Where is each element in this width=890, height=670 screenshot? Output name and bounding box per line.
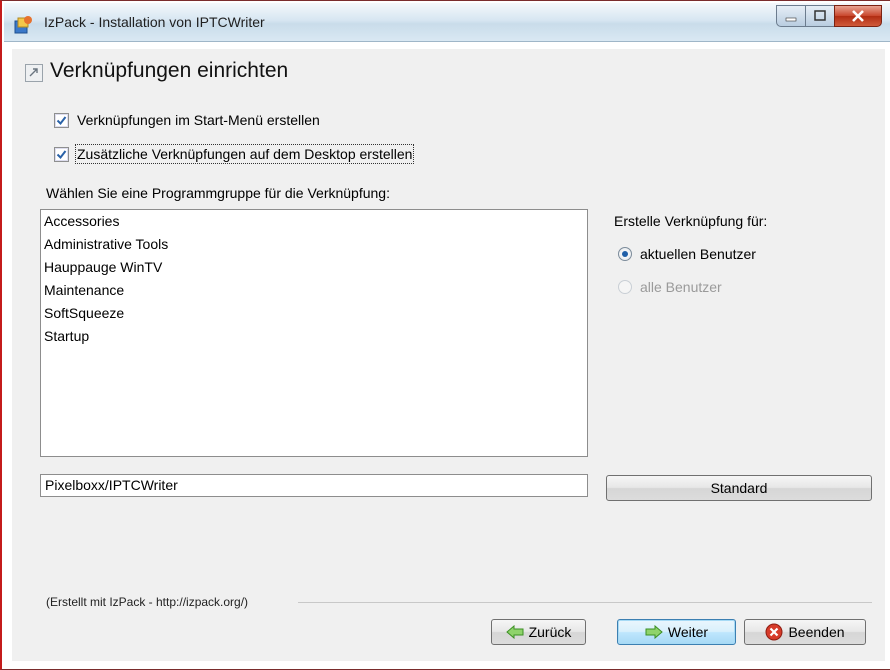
stop-icon xyxy=(765,623,783,641)
program-group-path-input[interactable] xyxy=(40,474,588,497)
list-item[interactable]: Accessories xyxy=(41,210,587,233)
minimize-icon[interactable] xyxy=(776,5,805,27)
standard-button-label: Standard xyxy=(710,480,768,496)
izpack-credit: (Erstellt mit IzPack - http://izpack.org… xyxy=(46,595,249,609)
program-group-list[interactable]: Accessories Administrative Tools Hauppau… xyxy=(40,209,588,457)
window-controls xyxy=(776,5,882,27)
shortcut-icon xyxy=(25,64,43,82)
current-user-radio[interactable] xyxy=(618,247,632,261)
window-title: IzPack - Installation von IPTCWriter xyxy=(44,14,265,30)
list-item[interactable]: SoftSqueeze xyxy=(41,302,587,325)
installer-window: IzPack - Installation von IPTCWriter Ver… xyxy=(0,0,890,670)
program-group-label: Wählen Sie eine Programmgruppe für die V… xyxy=(46,185,390,201)
all-users-radio-label: alle Benutzer xyxy=(640,279,722,295)
all-users-radio-row: alle Benutzer xyxy=(618,279,722,295)
next-button[interactable]: Weiter xyxy=(617,619,736,645)
footer-divider xyxy=(298,602,872,603)
list-item[interactable]: Administrative Tools xyxy=(41,233,587,256)
maximize-icon[interactable] xyxy=(805,5,834,27)
start-menu-checkbox-row[interactable]: Verknüpfungen im Start-Menü erstellen xyxy=(54,112,320,128)
izpack-app-icon xyxy=(14,15,34,35)
create-for-label: Erstelle Verknüpfung für: xyxy=(614,213,768,229)
next-button-label: Weiter xyxy=(667,624,709,640)
close-icon[interactable] xyxy=(834,5,882,27)
back-button-label: Zurück xyxy=(528,624,572,640)
quit-button[interactable]: Beenden xyxy=(744,619,866,645)
standard-button[interactable]: Standard xyxy=(606,475,872,501)
arrow-right-icon xyxy=(645,625,663,639)
quit-button-label: Beenden xyxy=(788,624,845,640)
arrow-left-icon xyxy=(505,625,524,639)
list-item[interactable]: Hauppauge WinTV xyxy=(41,256,587,279)
list-item[interactable]: Startup xyxy=(41,325,587,348)
all-users-radio xyxy=(618,280,632,294)
page-title: Verknüpfungen einrichten xyxy=(50,59,289,82)
list-item[interactable]: Maintenance xyxy=(41,279,587,302)
current-user-radio-label: aktuellen Benutzer xyxy=(640,246,756,262)
desktop-checkbox[interactable] xyxy=(54,146,69,162)
start-menu-checkbox[interactable] xyxy=(54,112,69,128)
desktop-checkbox-label: Zusätzliche Verknüpfungen auf dem Deskto… xyxy=(74,144,415,164)
back-button[interactable]: Zurück xyxy=(491,619,586,645)
desktop-checkbox-row[interactable]: Zusätzliche Verknüpfungen auf dem Deskto… xyxy=(54,144,415,164)
start-menu-checkbox-label: Verknüpfungen im Start-Menü erstellen xyxy=(77,112,320,128)
current-user-radio-row[interactable]: aktuellen Benutzer xyxy=(618,246,756,262)
title-bar[interactable]: IzPack - Installation von IPTCWriter xyxy=(4,3,890,42)
